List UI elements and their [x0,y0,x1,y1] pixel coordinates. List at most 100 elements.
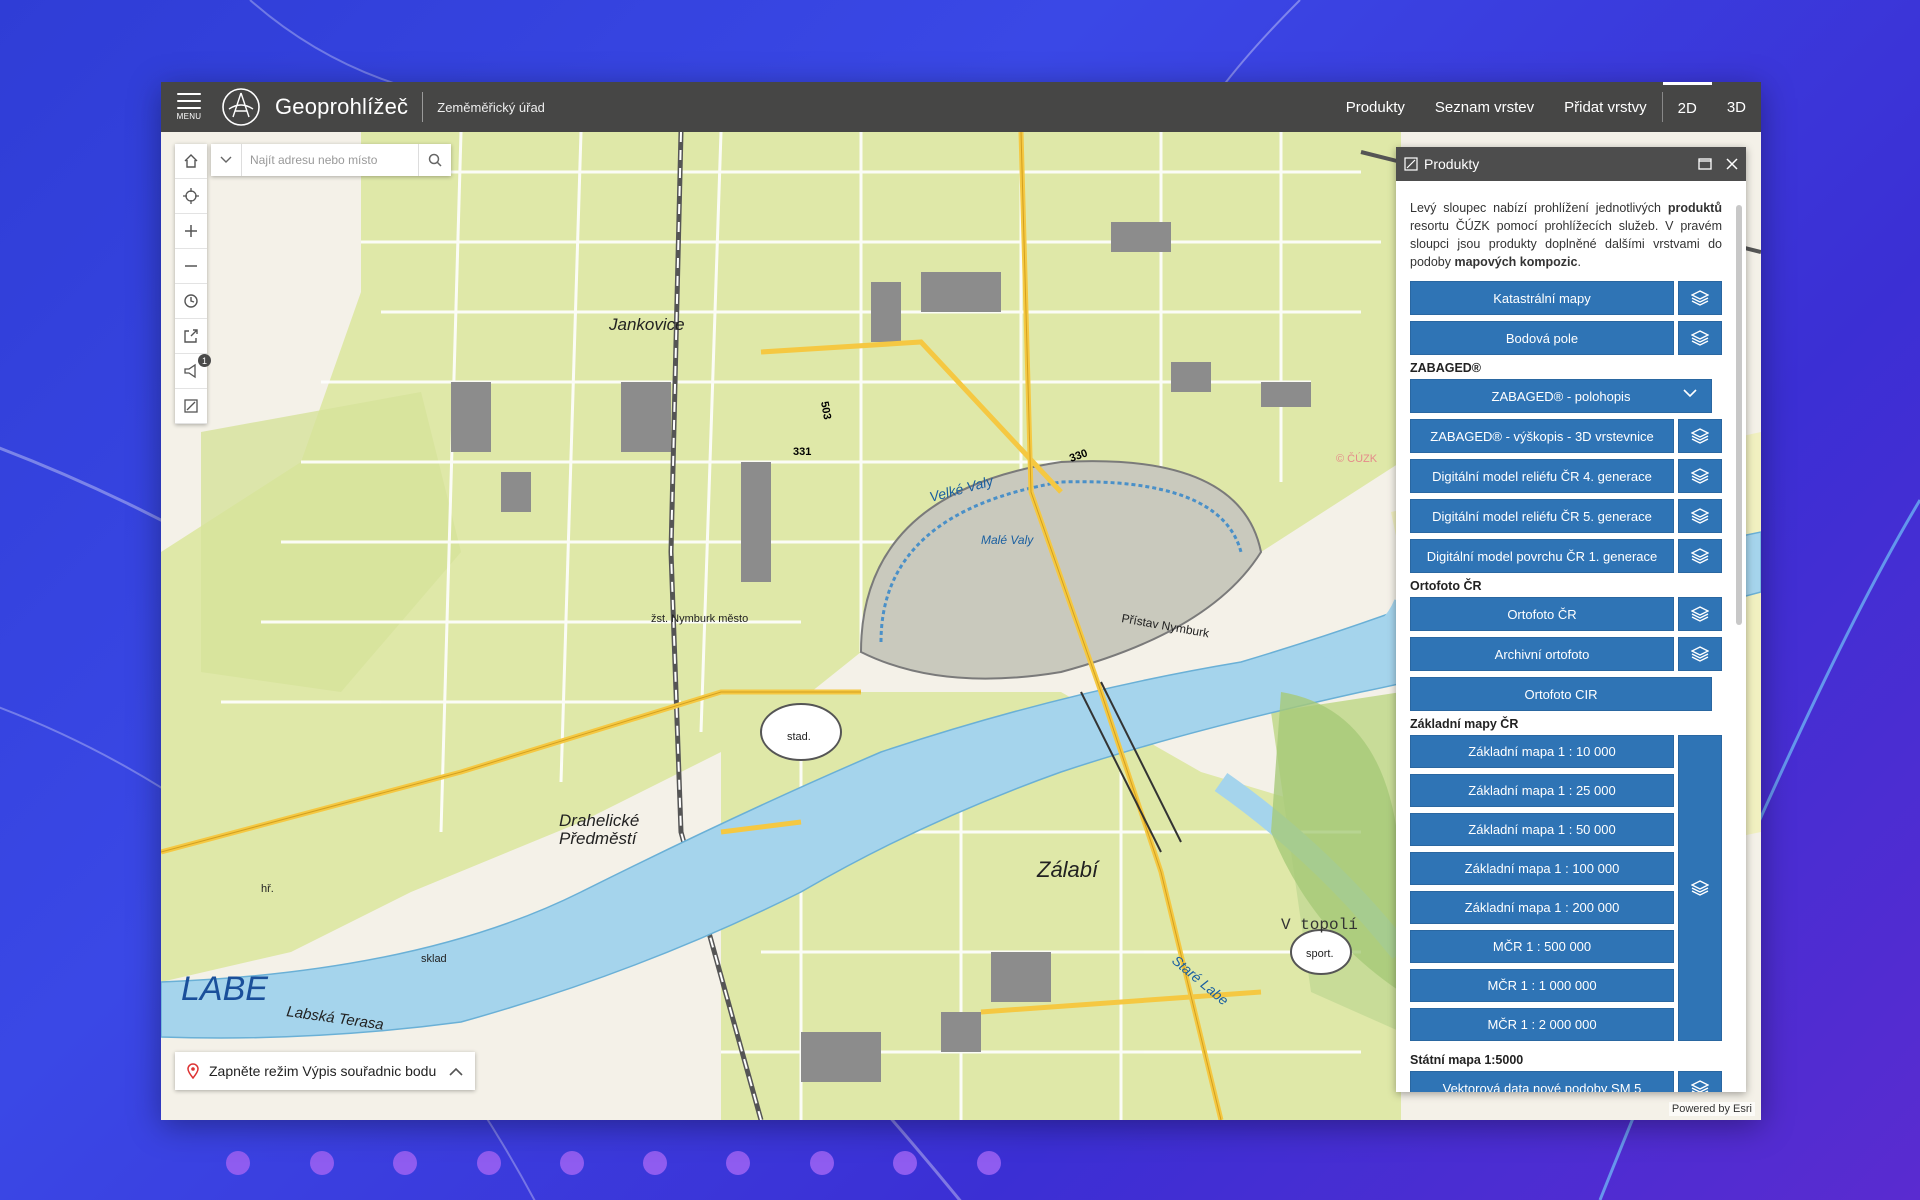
map-pin-icon [187,1063,199,1079]
product-row: Digitální model povrchu ČR 1. generace [1410,539,1722,573]
product-zm-25[interactable]: Základní mapa 1 : 25 000 [1410,774,1674,807]
composition-button[interactable] [1678,539,1722,573]
map-label-predmesti: Předměstí [559,829,639,848]
product-archivni-ortofoto[interactable]: Archivní ortofoto [1410,637,1674,671]
search-input[interactable] [242,153,418,167]
composition-button[interactable] [1678,459,1722,493]
address-search [211,144,451,176]
product-zm-200[interactable]: Základní mapa 1 : 200 000 [1410,891,1674,924]
zoom-in-button[interactable] [175,214,207,249]
nav-seznam-vrstev[interactable]: Seznam vrstev [1420,82,1549,132]
history-icon [184,294,198,308]
search-icon [428,153,442,167]
zoom-out-button[interactable] [175,249,207,284]
section-ortofoto: Ortofoto ČR [1410,579,1482,593]
product-zm-10[interactable]: Základní mapa 1 : 10 000 [1410,735,1674,768]
share-icon [184,329,198,343]
chevron-down-icon [1683,389,1697,398]
notifications-button[interactable]: 1 [175,354,211,389]
product-dmr-4[interactable]: Digitální model reliéfu ČR 4. generace [1410,459,1674,493]
nav-pridat-vrstvy[interactable]: Přidat vrstvy [1549,82,1662,132]
product-dmp-1[interactable]: Digitální model povrchu ČR 1. generace [1410,539,1674,573]
product-ortofoto-cr[interactable]: Ortofoto ČR [1410,597,1674,631]
layers-icon [1691,1080,1709,1092]
layers-icon [1691,468,1709,484]
map-label-drahelicke: Drahelické [559,811,639,830]
map-label-jankovice: Jankovice [608,315,685,334]
product-katastralni-mapy[interactable]: Katastrální mapy [1410,281,1674,315]
composition-button[interactable] [1678,321,1722,355]
menu-label: MENU [176,112,202,121]
menu-button[interactable]: MENU [161,82,217,132]
organization-name: Zeměměřický úřad [437,99,545,115]
panel-scrollbar[interactable] [1734,187,1744,1088]
composition-button[interactable] [1678,281,1722,315]
legend-icon [184,399,198,413]
search-source-dropdown[interactable] [211,144,242,176]
composition-button[interactable] [1678,1071,1722,1092]
geoprohlizec-app: LABE Jankovice Zálabí Drahelické Předměs… [161,82,1761,1120]
close-icon[interactable] [1726,158,1738,170]
map-label-zalabi: Zálabí [1036,857,1100,882]
map-label-road-331: 331 [793,446,811,458]
layers-icon [1691,606,1709,622]
main-navigation: Produkty Seznam vrstev Přidat vrstvy 2D … [1331,82,1761,132]
product-row: Ortofoto ČR [1410,597,1722,631]
product-dmr-5[interactable]: Digitální model reliéfu ČR 5. generace [1410,499,1674,533]
product-zm-100[interactable]: Základní mapa 1 : 100 000 [1410,852,1674,885]
product-zabaged-polohopis[interactable]: ZABAGED® - polohopis [1410,379,1712,413]
maximize-icon[interactable] [1698,158,1712,170]
nav-2d[interactable]: 2D [1662,82,1712,132]
zakladni-mapy-composition-button[interactable] [1678,735,1722,1041]
nav-produkty[interactable]: Produkty [1331,82,1420,132]
map-label-sklad: sklad [421,953,447,965]
section-zakladni-mapy: Základní mapy ČR [1410,717,1519,731]
coordinate-mode-label: Zapněte režim Výpis souřadnic bodu [209,1063,437,1079]
share-button[interactable] [175,319,207,354]
product-row: ZABAGED® - výškopis - 3D vrstevnice [1410,419,1722,453]
product-zm-50[interactable]: Základní mapa 1 : 50 000 [1410,813,1674,846]
products-panel-title: Produkty [1424,156,1480,172]
chevron-up-icon[interactable] [449,1067,463,1076]
map-label-male-valy: Malé Valy [981,533,1034,547]
map-toolbar: 1 [175,144,211,424]
product-row: Ortofoto CIR [1410,677,1722,711]
legend-button[interactable] [175,389,207,424]
composition-button[interactable] [1678,499,1722,533]
product-zabaged-vyskopis[interactable]: ZABAGED® - výškopis - 3D vrstevnice [1410,419,1674,453]
products-panel: Produkty Levý sloupec nabízí prohlížení … [1396,147,1746,1092]
product-ortofoto-cir[interactable]: Ortofoto CIR [1410,677,1712,711]
layers-icon [1691,646,1709,662]
scrollbar-thumb[interactable] [1736,205,1742,625]
search-button[interactable] [418,144,451,176]
product-mcr-500[interactable]: MČR 1 : 500 000 [1410,930,1674,963]
zoom-out-icon [185,265,197,267]
composition-button[interactable] [1678,637,1722,671]
product-bodova-pole[interactable]: Bodová pole [1410,321,1674,355]
app-title: Geoprohlížeč [275,94,409,119]
header-divider [422,92,424,122]
history-button[interactable] [175,284,207,319]
product-row: Archivní ortofoto [1410,637,1722,671]
product-mcr-1000[interactable]: MČR 1 : 1 000 000 [1410,969,1674,1002]
nav-3d[interactable]: 3D [1712,82,1761,132]
products-panel-body: Levý sloupec nabízí prohlížení jednotliv… [1396,181,1732,1092]
product-sm5-vektorova[interactable]: Vektorová data nové podoby SM 5 [1410,1071,1674,1092]
home-icon [184,154,198,168]
layers-icon [1691,880,1709,896]
zoom-in-icon [185,225,197,237]
home-button[interactable] [175,144,207,179]
composition-button[interactable] [1678,419,1722,453]
coordinate-readout-panel[interactable]: Zapněte režim Výpis souřadnic bodu [175,1052,475,1090]
product-mcr-2000[interactable]: MČR 1 : 2 000 000 [1410,1008,1674,1041]
layers-icon [1691,548,1709,564]
product-row: Digitální model reliéfu ČR 4. generace [1410,459,1722,493]
map-label-hr: hř. [261,883,274,895]
cuzk-logo-icon [222,88,260,126]
locate-button[interactable] [175,179,207,214]
hamburger-icon [177,93,201,109]
composition-button[interactable] [1678,597,1722,631]
product-row: Bodová pole [1410,321,1722,355]
product-row: ZABAGED® - polohopis [1410,379,1722,413]
notification-badge: 1 [198,354,211,367]
